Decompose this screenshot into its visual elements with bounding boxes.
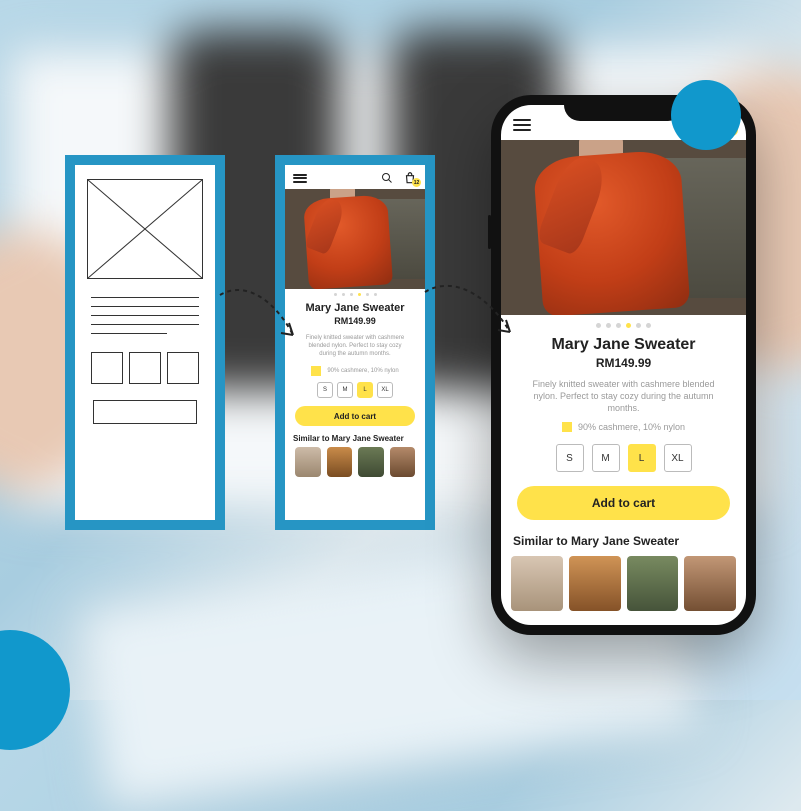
- swatch-icon: [311, 366, 321, 376]
- wireframe-size-boxes: [87, 352, 203, 384]
- size-option-s[interactable]: S: [317, 382, 333, 398]
- size-selector: S M L XL: [517, 444, 730, 472]
- size-option-xl[interactable]: XL: [377, 382, 393, 398]
- size-option-s[interactable]: S: [556, 444, 584, 472]
- decorative-circle: [671, 80, 741, 150]
- product-price: RM149.99: [301, 316, 409, 326]
- carousel-dots[interactable]: [501, 315, 746, 332]
- similar-item[interactable]: [390, 447, 416, 477]
- phone-device-frame: 12 Mary Jane Sweater RM149.99 Finely kni…: [491, 95, 756, 635]
- add-to-cart-button[interactable]: Add to cart: [295, 406, 415, 426]
- size-option-m[interactable]: M: [337, 382, 353, 398]
- similar-item[interactable]: [295, 447, 321, 477]
- search-icon[interactable]: [381, 172, 393, 184]
- product-description: Finely knitted sweater with cashmere ble…: [301, 334, 409, 358]
- cart-icon[interactable]: 12: [403, 171, 417, 185]
- product-image[interactable]: [501, 140, 746, 315]
- product-description: Finely knitted sweater with cashmere ble…: [517, 378, 730, 414]
- phone-screen: 12 Mary Jane Sweater RM149.99 Finely kni…: [501, 105, 746, 625]
- size-option-m[interactable]: M: [592, 444, 620, 472]
- similar-item[interactable]: [684, 556, 736, 611]
- size-option-xl[interactable]: XL: [664, 444, 692, 472]
- wireframe-button-placeholder: [93, 400, 197, 424]
- add-to-cart-button[interactable]: Add to cart: [517, 486, 730, 520]
- phone-notch: [564, 95, 684, 121]
- product-title: Mary Jane Sweater: [301, 302, 409, 314]
- wireframe-text-lines: [91, 297, 199, 334]
- product-image[interactable]: [285, 189, 425, 289]
- flow-arrow-icon: [420, 280, 520, 350]
- wireframe-image-placeholder: [87, 179, 203, 279]
- flow-arrow-icon: [215, 285, 305, 355]
- menu-icon[interactable]: [513, 119, 531, 131]
- similar-item[interactable]: [627, 556, 679, 611]
- wireframe-frame: [65, 155, 225, 530]
- product-material: 90% cashmere, 10% nylon: [301, 366, 409, 376]
- similar-products: [501, 556, 746, 621]
- size-selector: S M L XL: [301, 382, 409, 398]
- product-material: 90% cashmere, 10% nylon: [517, 422, 730, 432]
- swatch-icon: [562, 422, 572, 432]
- similar-item[interactable]: [569, 556, 621, 611]
- similar-item[interactable]: [358, 447, 384, 477]
- similar-heading: Similar to Mary Jane Sweater: [285, 426, 425, 447]
- menu-icon[interactable]: [293, 174, 307, 183]
- size-option-l[interactable]: L: [628, 444, 656, 472]
- cart-count-badge: 12: [412, 178, 421, 187]
- similar-heading: Similar to Mary Jane Sweater: [501, 520, 746, 556]
- product-price: RM149.99: [517, 356, 730, 370]
- similar-products: [285, 447, 425, 487]
- carousel-dots[interactable]: [285, 289, 425, 298]
- similar-item[interactable]: [511, 556, 563, 611]
- size-option-l[interactable]: L: [357, 382, 373, 398]
- product-title: Mary Jane Sweater: [517, 336, 730, 354]
- mockup-screen: 12 Mary Jane Sweater RM149.99 Finely kni…: [285, 165, 425, 520]
- similar-item[interactable]: [327, 447, 353, 477]
